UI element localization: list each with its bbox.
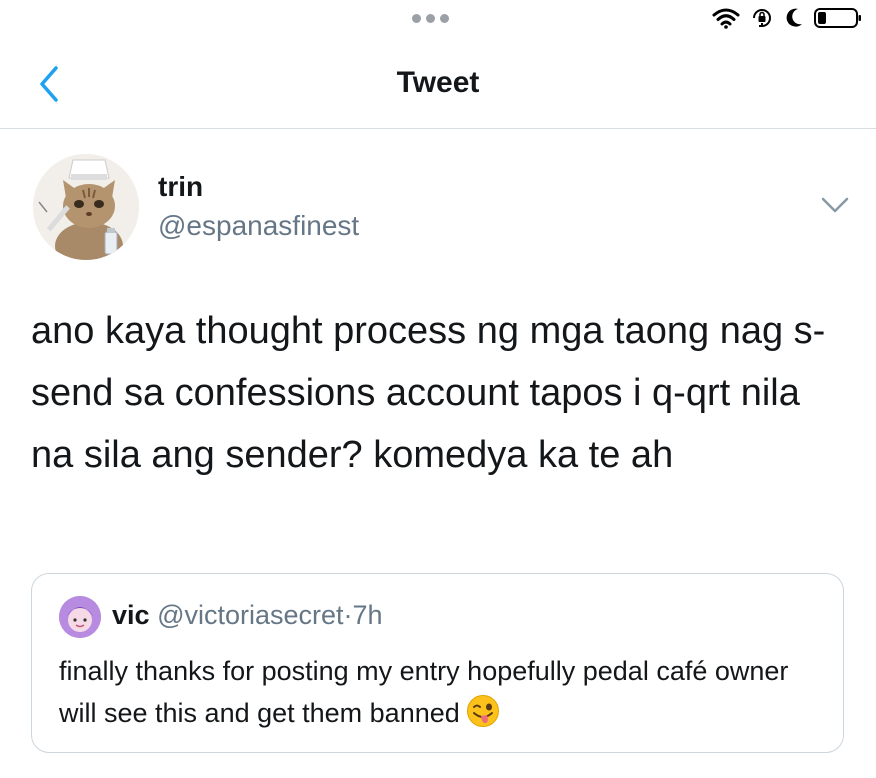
battery-icon [814,8,861,28]
quoted-meta: vic @victoriasecret·7h [112,600,383,631]
avatar[interactable] [33,154,139,260]
rotation-lock-icon [753,9,771,27]
status-icons [712,6,862,30]
winking-face-with-tongue-icon [466,695,499,727]
quoted-avatar [59,596,101,638]
tweet-header: trin @espanasfinest [0,128,876,278]
wifi-icon [712,8,740,29]
quoted-tweet-text: finally thanks for posting my entry hope… [59,650,819,734]
moon-icon [786,8,802,27]
more-dots-icon [412,14,449,23]
chevron-down-icon[interactable] [820,194,850,216]
quoted-handle: @victoriasecret [157,600,344,630]
quoted-separator: · [343,600,353,630]
tweet-text: ano kaya thought process ng mga taong na… [31,310,826,476]
quoted-timestamp: 7h [352,600,383,630]
cat-nurse-avatar-icon [33,154,139,260]
quoted-avatar-image-icon [59,596,101,638]
quoted-tweet-body: finally thanks for posting my entry hope… [59,656,789,728]
quoted-display-name: vic [112,600,150,630]
author-display-name[interactable]: trin [158,171,203,203]
quoted-tweet-card[interactable]: vic @victoriasecret·7h finally thanks fo… [31,573,844,753]
author-handle[interactable]: @espanasfinest [158,210,359,242]
status-bar [0,0,876,40]
page-title: Tweet [396,66,480,99]
nav-bar: Tweet [0,40,876,129]
